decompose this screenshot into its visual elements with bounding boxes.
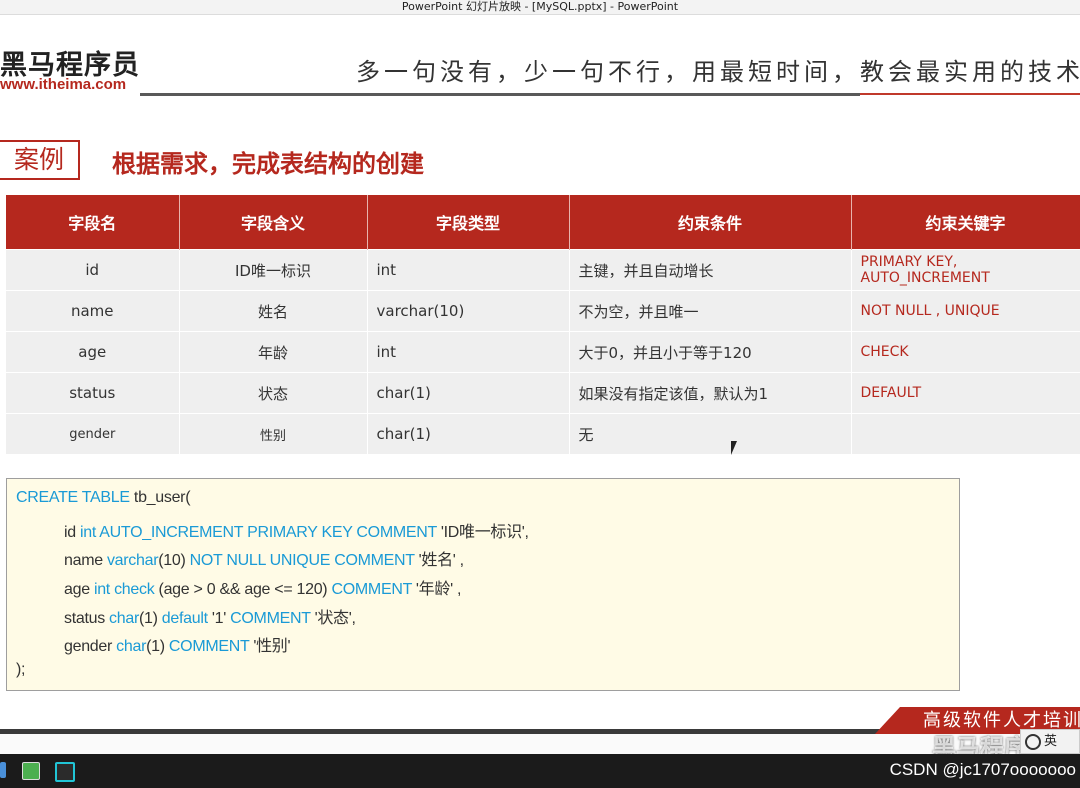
code-keyword: COMMENT bbox=[230, 610, 311, 627]
cell-constraint-keyword: NOT NULL , UNIQUE bbox=[851, 290, 1080, 332]
taskbar-app-icon[interactable] bbox=[55, 762, 75, 782]
cell-field-meaning: 性别 bbox=[179, 413, 368, 454]
cell-field-type: char(1) bbox=[367, 372, 570, 414]
cell-constraint: 如果没有指定该值，默认为1 bbox=[569, 372, 852, 414]
code-text: '1' bbox=[207, 610, 231, 627]
ime-label: 英 bbox=[1044, 734, 1058, 749]
header-constraint: 约束条件 bbox=[569, 195, 852, 250]
case-tag: 案例 bbox=[0, 140, 80, 180]
code-text: age bbox=[64, 581, 94, 598]
cell-constraint: 大于0，并且小于等于120 bbox=[569, 331, 852, 373]
cell-constraint-keyword: PRIMARY KEY, AUTO_INCREMENT bbox=[851, 249, 1080, 291]
code-keyword: varchar bbox=[106, 552, 159, 569]
code-text: (10) bbox=[158, 552, 190, 569]
table-row: status 状态 char(1) 如果没有指定该值，默认为1 DEFAULT bbox=[6, 372, 1080, 414]
csdn-watermark: CSDN @jc1707ooooooo bbox=[889, 760, 1076, 779]
cell-field-meaning: ID唯一标识 bbox=[179, 249, 368, 291]
cell-field-name: status bbox=[6, 372, 180, 414]
code-text: tb_user( bbox=[129, 489, 191, 506]
cell-field-name: name bbox=[6, 290, 180, 332]
code-keyword: COMMENT bbox=[331, 581, 413, 598]
case-title: 根据需求，完成表结构的创建 bbox=[112, 150, 424, 178]
cell-field-name: age bbox=[6, 331, 180, 373]
header-constraint-keyword: 约束关键字 bbox=[851, 195, 1080, 250]
cell-constraint: 无 bbox=[569, 413, 852, 454]
code-text: gender bbox=[64, 638, 117, 655]
code-text: (1) bbox=[138, 610, 162, 627]
table-row: id ID唯一标识 int 主键，并且自动增长 PRIMARY KEY, AUT… bbox=[6, 249, 1080, 291]
cell-field-type: int bbox=[367, 331, 570, 373]
code-keyword: char bbox=[116, 638, 147, 655]
code-keyword: COMMENT bbox=[168, 638, 250, 655]
code-keyword: int check bbox=[93, 581, 155, 598]
cell-constraint-keyword: DEFAULT bbox=[851, 372, 1080, 414]
taskbar-app-icon[interactable] bbox=[0, 762, 6, 778]
header-field-type: 字段类型 bbox=[367, 195, 570, 250]
cell-constraint-keyword bbox=[851, 413, 1080, 454]
code-line-4: age int check (age > 0 && age <= 120) CO… bbox=[64, 575, 461, 599]
logo-url: www.itheima.com bbox=[0, 76, 127, 93]
cell-field-meaning: 姓名 bbox=[179, 290, 368, 332]
code-text: 'ID唯一标识', bbox=[436, 524, 529, 541]
ime-indicator[interactable]: 英 bbox=[1020, 729, 1080, 754]
code-line-3: name varchar(10) NOT NULL UNIQUE COMMENT… bbox=[64, 546, 464, 570]
code-text: (1) bbox=[146, 638, 169, 655]
code-keyword: NOT NULL UNIQUE COMMENT bbox=[189, 552, 415, 569]
code-line-7: ); bbox=[16, 661, 26, 678]
code-line-5: status char(1) default '1' COMMENT '状态', bbox=[64, 604, 356, 628]
slogan: 多一句没有，少一句不行，用最短时间，教会最实用的技术 bbox=[356, 58, 1080, 86]
code-text: '年龄' , bbox=[411, 581, 462, 598]
cell-constraint-keyword: CHECK bbox=[851, 331, 1080, 373]
cell-constraint: 主键，并且自动增长 bbox=[569, 249, 852, 291]
window-title: PowerPoint 幻灯片放映 - [MySQL.pptx] - PowerP… bbox=[0, 0, 1080, 15]
field-spec-table: 字段名 字段含义 字段类型 约束条件 约束关键字 id ID唯一标识 int 主… bbox=[6, 195, 1080, 454]
taskbar-app-icon[interactable] bbox=[22, 762, 40, 780]
code-text: '性别' bbox=[249, 638, 291, 655]
sql-code-block: CREATE TABLE tb_user( id int AUTO_INCREM… bbox=[6, 478, 960, 691]
table-row: age 年龄 int 大于0，并且小于等于120 CHECK bbox=[6, 331, 1080, 373]
code-keyword: int AUTO_INCREMENT PRIMARY KEY COMMENT bbox=[80, 524, 437, 541]
table-row: gender 性别 char(1) 无 bbox=[6, 413, 1080, 454]
header-field-name: 字段名 bbox=[6, 195, 180, 250]
code-text: '状态', bbox=[310, 610, 356, 627]
cell-field-name: id bbox=[6, 249, 180, 291]
header-divider bbox=[140, 93, 860, 96]
code-text: id bbox=[64, 524, 80, 541]
header-field-meaning: 字段含义 bbox=[179, 195, 368, 250]
table-row: name 姓名 varchar(10) 不为空，并且唯一 NOT NULL , … bbox=[6, 290, 1080, 332]
cell-field-meaning: 状态 bbox=[179, 372, 368, 414]
code-line-1: CREATE TABLE tb_user( bbox=[16, 489, 191, 507]
cell-constraint: 不为空，并且唯一 bbox=[569, 290, 852, 332]
cell-field-type: varchar(10) bbox=[367, 290, 570, 332]
code-keyword: char bbox=[109, 610, 139, 627]
cell-field-type: char(1) bbox=[367, 413, 570, 454]
cell-field-type: int bbox=[367, 249, 570, 291]
code-line-6: gender char(1) COMMENT '性别' bbox=[64, 632, 291, 656]
code-keyword: default bbox=[161, 610, 208, 627]
code-line-2: id int AUTO_INCREMENT PRIMARY KEY COMMEN… bbox=[64, 518, 529, 542]
code-text: (age > 0 && age <= 120) bbox=[154, 581, 332, 598]
mouse-cursor-icon bbox=[731, 441, 737, 455]
cell-field-meaning: 年龄 bbox=[179, 331, 368, 373]
code-text: '姓名' , bbox=[414, 552, 465, 569]
cell-field-name: gender bbox=[6, 413, 180, 454]
ime-icon bbox=[1025, 733, 1041, 750]
code-text: status bbox=[64, 610, 110, 627]
code-text: name bbox=[64, 552, 107, 569]
table-header-row: 字段名 字段含义 字段类型 约束条件 约束关键字 bbox=[6, 195, 1080, 250]
slide-bottom-area bbox=[0, 734, 1080, 754]
header-divider-accent bbox=[860, 93, 1080, 95]
code-keyword: CREATE TABLE bbox=[16, 489, 130, 506]
